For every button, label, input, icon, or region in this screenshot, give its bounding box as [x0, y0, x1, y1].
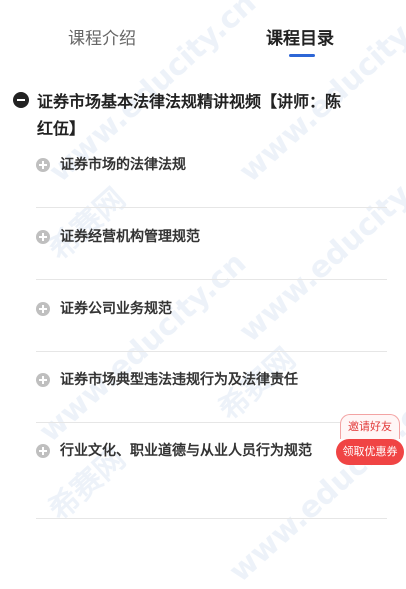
section-label: 证券市场的法律法规	[60, 157, 186, 173]
section-item[interactable]: 行业文化、职业道德与从业人员行为规范	[36, 438, 387, 464]
section-item[interactable]: 证券公司业务规范	[36, 296, 387, 322]
invite-friends-label[interactable]: 邀请好友	[340, 414, 400, 439]
section-item[interactable]: 证券市场典型违法违规行为及法律责任	[36, 367, 387, 393]
divider	[36, 207, 387, 208]
section-item[interactable]: 证券经营机构管理规范	[36, 224, 387, 250]
tab-course-catalog[interactable]: 课程目录	[266, 24, 334, 49]
expand-icon	[36, 373, 50, 387]
section-label: 行业文化、职业道德与从业人员行为规范	[60, 443, 312, 459]
divider	[36, 279, 387, 280]
watermark: www.educity.cn	[32, 245, 254, 450]
get-coupon-button[interactable]: 领取优惠券	[336, 439, 404, 465]
section-item[interactable]: 证券市场的法律法规	[36, 152, 387, 178]
expand-icon	[36, 230, 50, 244]
tab-course-intro[interactable]: 课程介绍	[68, 24, 136, 49]
divider	[36, 422, 387, 423]
collapse-icon	[13, 92, 29, 108]
chapter-title: 证券市场基本法律法规精讲视频【讲师：陈红伍】	[37, 92, 342, 138]
chapter-header[interactable]: 证券市场基本法律法规精讲视频【讲师：陈红伍】	[13, 88, 343, 142]
watermark: 希赛网	[42, 181, 133, 268]
divider	[36, 518, 387, 519]
section-label: 证券公司业务规范	[60, 301, 172, 317]
divider	[36, 351, 387, 352]
section-label: 证券市场典型违法违规行为及法律责任	[60, 372, 298, 388]
promo-widget[interactable]: 邀请好友 领取优惠券	[336, 414, 404, 465]
expand-icon	[36, 302, 50, 316]
course-tabs: 课程介绍 课程目录	[0, 0, 406, 62]
expand-icon	[36, 158, 50, 172]
expand-icon	[36, 444, 50, 458]
active-tab-indicator	[289, 54, 315, 57]
section-label: 证券经营机构管理规范	[60, 229, 200, 245]
